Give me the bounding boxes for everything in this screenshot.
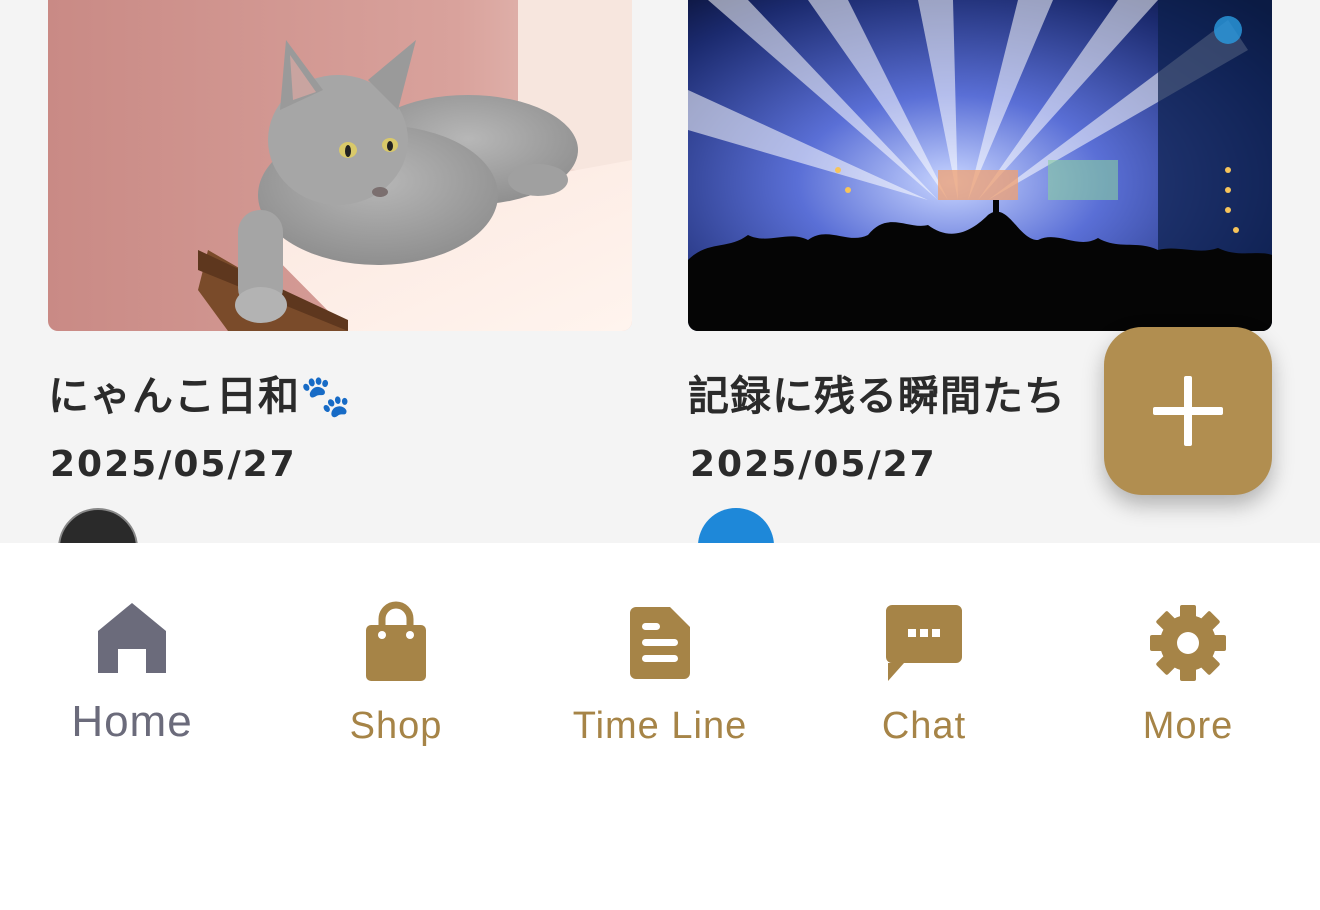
post-thumbnail-concert[interactable] (688, 0, 1272, 331)
post-title: 記録に残る瞬間たち (688, 372, 1066, 420)
author-avatar[interactable] (58, 508, 138, 543)
chat-bubble-icon (886, 605, 962, 681)
add-post-button[interactable] (1104, 327, 1272, 495)
post-date: 2025/05/27 (690, 444, 937, 485)
tab-shop[interactable]: Shop (264, 543, 528, 773)
tab-label: Shop (349, 705, 443, 747)
tab-home[interactable]: Home (0, 543, 264, 773)
post-card[interactable]: 記録に残る瞬間たち 2025/05/27 (688, 0, 1272, 543)
post-thumbnail-cat[interactable] (48, 0, 632, 331)
tab-label: More (1142, 705, 1234, 747)
tab-label: Time Line (572, 705, 748, 747)
tab-chat[interactable]: Chat (792, 543, 1056, 773)
gear-icon (1150, 605, 1226, 681)
plus-icon (1153, 376, 1223, 446)
tab-label: Chat (881, 705, 967, 747)
tab-label: Home (71, 697, 193, 746)
document-icon (630, 607, 690, 679)
tab-timeline[interactable]: Time Line (528, 543, 792, 773)
post-date: 2025/05/27 (50, 444, 297, 485)
author-avatar[interactable] (698, 508, 774, 543)
post-grid: にゃんこ日和🐾 2025/05/27 記録に残る瞬間たち 2025/05/27 (0, 0, 1320, 543)
tab-more[interactable]: More (1056, 543, 1320, 773)
bottom-tab-bar: Home Shop Time Line Chat More (0, 543, 1320, 910)
post-title: にゃんこ日和🐾 (48, 372, 353, 420)
post-card[interactable]: にゃんこ日和🐾 2025/05/27 (48, 0, 632, 543)
home-icon (98, 603, 166, 673)
shopping-bag-icon (366, 601, 426, 681)
app-screen: にゃんこ日和🐾 2025/05/27 記録に残る瞬間たち 2025/05/27 … (0, 0, 1320, 910)
